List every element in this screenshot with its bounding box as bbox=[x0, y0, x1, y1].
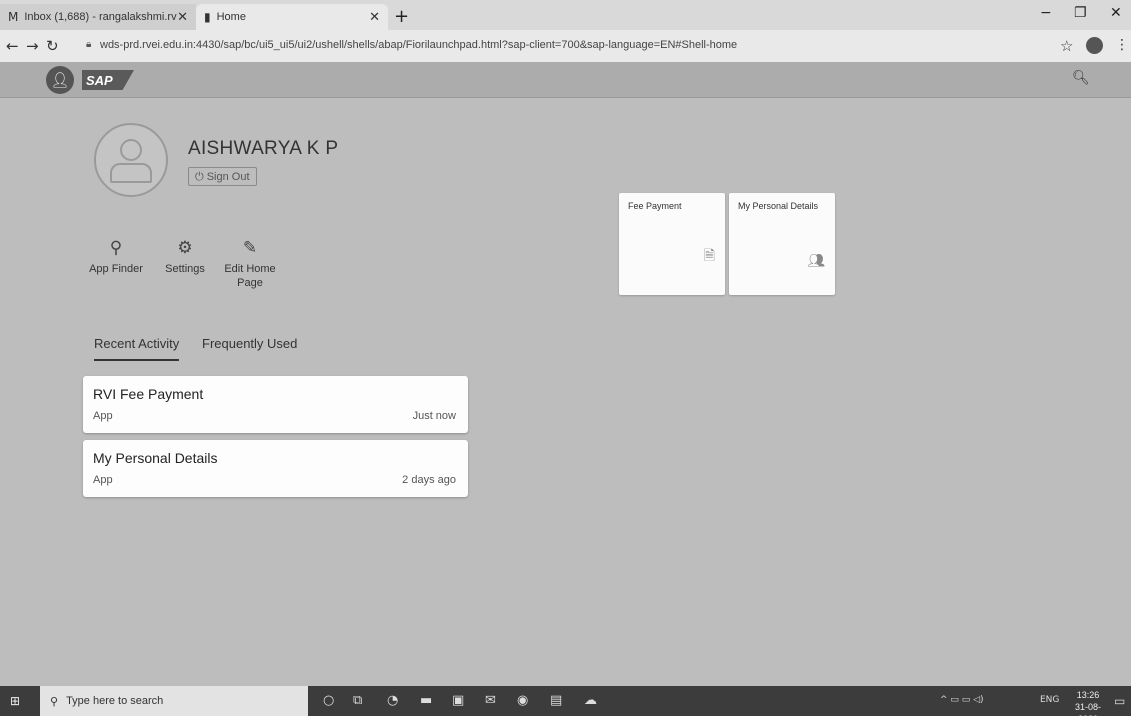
word-icon[interactable]: ▤ bbox=[550, 693, 562, 708]
activity-time: Just now bbox=[412, 410, 456, 422]
tile-fee-payment[interactable]: Fee Payment 🗎︎ bbox=[619, 193, 725, 295]
taskbar-clock[interactable]: 13:26 31-08-2020 bbox=[1066, 689, 1110, 716]
close-window-icon[interactable]: ✕ bbox=[1110, 5, 1122, 21]
address-bar: ← → ↻ 🔒︎ wds-prd.rvei.edu.in:4430/sap/bc… bbox=[0, 30, 1131, 62]
browser-tab-inbox[interactable]: M Inbox (1,688) - rangalakshmi.rvi ✕ bbox=[0, 4, 196, 30]
back-icon[interactable]: ← bbox=[6, 37, 19, 55]
reload-icon[interactable]: ↻ bbox=[46, 37, 59, 55]
browser-tab-label: Home bbox=[216, 11, 246, 23]
binoculars-icon: ⚲ bbox=[109, 238, 123, 258]
power-icon: ⏻ bbox=[195, 169, 204, 183]
store-icon[interactable]: ▣ bbox=[452, 693, 464, 708]
app-icon[interactable]: ☁ bbox=[584, 693, 597, 708]
forward-icon[interactable]: → bbox=[26, 37, 39, 55]
tile-my-personal-details[interactable]: My Personal Details 👥︎ bbox=[729, 193, 835, 295]
tab-frequently-used[interactable]: Frequently Used bbox=[202, 336, 297, 351]
notification-icon[interactable]: ▭ bbox=[1114, 694, 1125, 708]
tab-recent-activity[interactable]: Recent Activity bbox=[94, 336, 180, 361]
settings-button[interactable]: ⚙ Settings bbox=[155, 238, 215, 276]
clock-time: 13:26 bbox=[1076, 690, 1100, 700]
pencil-icon: ✎ bbox=[242, 238, 258, 258]
gear-icon: ⚙ bbox=[177, 238, 193, 258]
edit-home-page-label: Edit Home Page bbox=[224, 263, 276, 289]
sap-logo: SAP bbox=[82, 70, 134, 90]
windows-taskbar: ⊞ ⚲ Type here to search ○ ⧉ ◔ ▬ ▣ ✉ ◉ ▤ … bbox=[0, 686, 1131, 716]
app-finder-label: App Finder bbox=[89, 263, 143, 275]
chrome-icon[interactable]: ◉ bbox=[517, 693, 528, 708]
browser-tab-label: Inbox (1,688) - rangalakshmi.rvi bbox=[24, 11, 178, 23]
browser-tab-strip: M Inbox (1,688) - rangalakshmi.rvi ✕ ▮ H… bbox=[0, 0, 1131, 30]
app-finder-button[interactable]: ⚲ App Finder bbox=[86, 238, 146, 276]
sign-out-button[interactable]: ⏻ Sign Out bbox=[188, 167, 257, 186]
url-field[interactable]: wds-prd.rvei.edu.in:4430/sap/bc/ui5_ui5/… bbox=[100, 39, 737, 51]
user-avatar bbox=[94, 123, 168, 197]
person-card-icon: 👥︎ bbox=[807, 253, 825, 269]
sap-favicon-icon: ▮ bbox=[204, 10, 211, 24]
document-icon: 🗎︎ bbox=[703, 248, 715, 264]
close-icon[interactable]: ✕ bbox=[369, 10, 380, 25]
close-icon[interactable]: ✕ bbox=[177, 10, 188, 25]
restore-icon[interactable]: ❐ bbox=[1074, 5, 1087, 21]
new-tab-button[interactable]: + bbox=[394, 6, 409, 27]
minimize-icon[interactable]: − bbox=[1040, 5, 1052, 21]
clock-date: 31-08-2020 bbox=[1074, 702, 1101, 716]
activity-type: App bbox=[93, 474, 113, 486]
task-view-icon[interactable]: ⧉ bbox=[353, 693, 362, 708]
search-icon[interactable]: 🔍︎ bbox=[1072, 70, 1090, 86]
avatar-body bbox=[110, 163, 152, 183]
taskbar-search-input[interactable]: ⚲ Type here to search bbox=[40, 686, 308, 716]
user-name: AISHWARYA K P bbox=[188, 138, 339, 159]
browser-tab-home[interactable]: ▮ Home ✕ bbox=[196, 4, 388, 30]
search-icon: ⚲ bbox=[50, 694, 59, 708]
avatar-head bbox=[120, 139, 142, 161]
list-item[interactable]: RVI Fee Payment App Just now bbox=[83, 376, 468, 433]
tile-title: My Personal Details bbox=[738, 201, 819, 211]
settings-label: Settings bbox=[165, 263, 205, 275]
activity-title: My Personal Details bbox=[93, 450, 218, 466]
mail-icon[interactable]: ✉ bbox=[485, 693, 496, 708]
bookmark-star-icon[interactable]: ☆ bbox=[1060, 37, 1073, 55]
sign-out-label: Sign Out bbox=[206, 170, 250, 183]
edge-icon[interactable]: ◔ bbox=[387, 693, 398, 708]
activity-type: App bbox=[93, 410, 113, 422]
windows-start-icon[interactable]: ⊞ bbox=[10, 694, 20, 708]
gmail-icon: M bbox=[8, 10, 19, 24]
file-explorer-icon[interactable]: ▬ bbox=[420, 693, 432, 708]
browser-menu-icon[interactable]: ⋮ bbox=[1115, 37, 1129, 53]
taskbar-search-placeholder: Type here to search bbox=[66, 695, 164, 707]
system-tray-icons[interactable]: ^ ▭ ▭ ◁) bbox=[940, 695, 984, 705]
lock-icon: 🔒︎ bbox=[86, 39, 92, 50]
sap-shell-header: 👤︎ SAP 🔍︎ bbox=[0, 62, 1131, 98]
tile-title: Fee Payment bbox=[628, 201, 682, 211]
extension-icon[interactable] bbox=[1086, 37, 1103, 54]
user-avatar-button[interactable]: 👤︎ bbox=[46, 66, 74, 94]
activity-time: 2 days ago bbox=[402, 474, 456, 486]
edit-home-page-button[interactable]: ✎ Edit Home Page bbox=[220, 238, 280, 290]
activity-title: RVI Fee Payment bbox=[93, 386, 204, 402]
cortana-icon[interactable]: ○ bbox=[323, 693, 334, 708]
list-item[interactable]: My Personal Details App 2 days ago bbox=[83, 440, 468, 497]
language-indicator[interactable]: ENG bbox=[1040, 695, 1059, 705]
